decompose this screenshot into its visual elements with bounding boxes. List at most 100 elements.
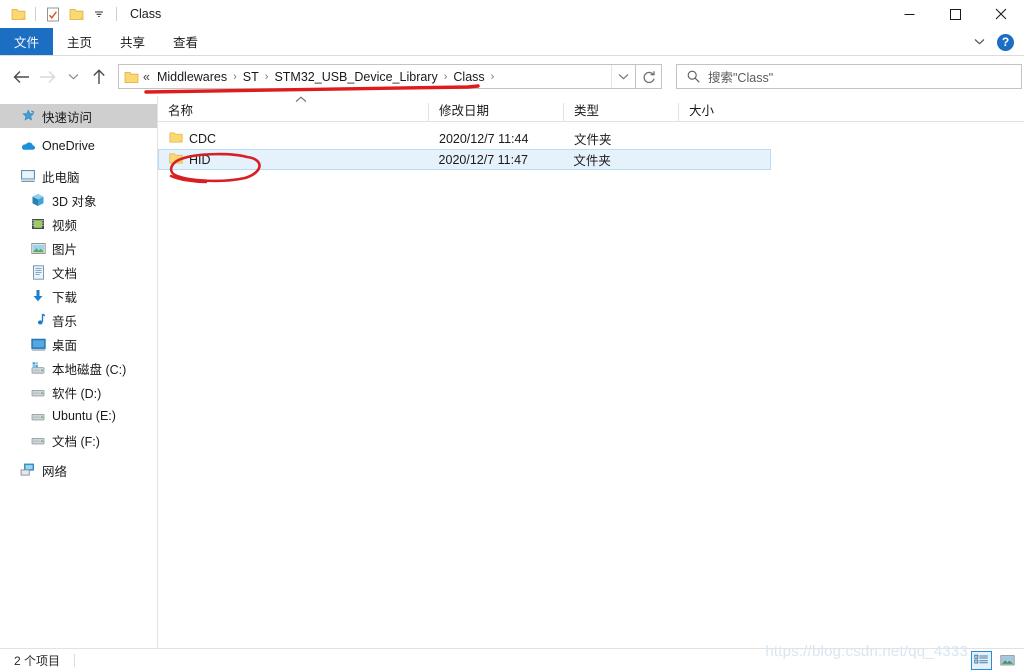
- breadcrumb-separator-1[interactable]: ›: [233, 71, 237, 83]
- item-count-label: 2 个项目: [14, 653, 61, 668]
- view-mode-buttons: [971, 651, 1018, 670]
- navigation-bar: « Middlewares › ST › STM32_USB_Device_Li…: [0, 57, 1024, 96]
- breadcrumb-item-class[interactable]: Class: [451, 69, 486, 85]
- sidebar-item-drive-f[interactable]: 文档 (F:): [0, 428, 157, 452]
- column-header-size[interactable]: 大小: [678, 103, 770, 121]
- breadcrumb-item-stm32-usb-device-library[interactable]: STM32_USB_Device_Library: [272, 69, 439, 85]
- file-explorer-window: Class 文件 主页 共享 查看 ? « Middlewares › ST ›…: [0, 0, 1024, 671]
- sidebar-item-label: 文档: [52, 266, 78, 281]
- large-icons-view-button[interactable]: [997, 651, 1018, 670]
- sidebar-item-3d-objects[interactable]: 3D 对象: [0, 188, 157, 212]
- new-folder-icon[interactable]: [66, 4, 86, 24]
- properties-icon[interactable]: [43, 4, 63, 24]
- tab-home[interactable]: 主页: [53, 28, 106, 55]
- downloads-icon: [30, 288, 46, 304]
- minimize-button[interactable]: [886, 0, 932, 28]
- column-header-modified[interactable]: 修改日期: [428, 103, 563, 121]
- sidebar-item-label: OneDrive: [42, 139, 95, 153]
- sidebar-item-local-disk-c[interactable]: 本地磁盘 (C:): [0, 356, 157, 380]
- navigation-pane[interactable]: 快速访问 OneDrive 此电脑 3D 对象 视频 图片 文档 下载 音乐 桌…: [0, 96, 158, 648]
- back-arrow-icon[interactable]: [8, 64, 34, 90]
- this-pc-icon: [20, 168, 36, 184]
- ribbon-right-controls: ?: [969, 28, 1020, 56]
- search-icon: [687, 70, 700, 83]
- sidebar-item-quick-access[interactable]: 快速访问: [0, 104, 157, 128]
- sidebar-item-pictures[interactable]: 图片: [0, 236, 157, 260]
- address-bar[interactable]: « Middlewares › ST › STM32_USB_Device_Li…: [118, 64, 636, 89]
- up-arrow-icon[interactable]: [86, 64, 112, 90]
- file-name: HID: [189, 152, 211, 167]
- ribbon-tab-bar: 文件 主页 共享 查看 ?: [0, 28, 1024, 56]
- sidebar-item-drive-d[interactable]: 软件 (D:): [0, 380, 157, 404]
- sidebar-item-label: 软件 (D:): [52, 386, 102, 401]
- search-input[interactable]: 搜索"Class": [676, 64, 1022, 89]
- pinned-star-icon: [20, 108, 36, 124]
- chevron-down-icon[interactable]: [969, 32, 989, 52]
- file-modified: 2020/12/7 11:44: [439, 131, 529, 146]
- sidebar-item-documents[interactable]: 文档: [0, 260, 157, 284]
- sidebar-item-label: 快速访问: [42, 110, 93, 125]
- pictures-icon: [30, 240, 46, 256]
- breadcrumb-item-middlewares[interactable]: Middlewares: [155, 69, 229, 85]
- music-icon: [30, 312, 46, 328]
- sidebar-item-label: 视频: [52, 218, 78, 233]
- details-view-button[interactable]: [971, 651, 992, 670]
- file-modified: 2020/12/7 11:47: [438, 152, 528, 167]
- folder-icon: [169, 152, 183, 168]
- drive-icon: [30, 408, 46, 424]
- sidebar-item-label: 网络: [42, 464, 68, 479]
- breadcrumb-separator-2[interactable]: ›: [265, 71, 269, 83]
- sidebar-item-network[interactable]: 网络: [0, 458, 157, 482]
- table-row[interactable]: HID 2020/12/7 11:47 文件夹: [158, 149, 771, 170]
- quick-access-toolbar: Class: [0, 4, 161, 24]
- file-list-pane[interactable]: 名称 修改日期 类型 大小 CDC 2020/12/7 11:44 文件夹 HI…: [158, 96, 1024, 648]
- tab-file[interactable]: 文件: [0, 28, 54, 55]
- address-dropdown-icon[interactable]: [611, 65, 635, 88]
- sidebar-item-label: 此电脑: [42, 170, 80, 185]
- desktop-icon: [30, 336, 46, 352]
- refresh-button[interactable]: [636, 64, 662, 89]
- status-bar: 2 个项目: [0, 648, 1024, 671]
- table-row[interactable]: CDC 2020/12/7 11:44 文件夹: [158, 128, 1024, 149]
- breadcrumb-separator-4[interactable]: ›: [491, 71, 495, 83]
- recent-locations-chevron-icon[interactable]: [60, 64, 86, 90]
- sidebar-item-label: 下载: [52, 290, 78, 305]
- customize-qat-dropdown-icon[interactable]: [89, 4, 109, 24]
- sidebar-item-label: 本地磁盘 (C:): [52, 362, 127, 377]
- breadcrumb-overflow[interactable]: «: [143, 70, 150, 84]
- sidebar-item-label: Ubuntu (E:): [52, 409, 116, 423]
- file-name: CDC: [189, 131, 217, 146]
- column-header-name[interactable]: 名称: [158, 103, 428, 121]
- network-icon: [20, 462, 36, 478]
- file-rows: CDC 2020/12/7 11:44 文件夹 HID 2020/12/7 11…: [158, 122, 1024, 170]
- sidebar-item-drive-e[interactable]: Ubuntu (E:): [0, 404, 157, 428]
- sidebar-item-downloads[interactable]: 下载: [0, 284, 157, 308]
- breadcrumb-item-st[interactable]: ST: [241, 69, 261, 85]
- tab-view[interactable]: 查看: [159, 28, 212, 55]
- sidebar-item-music[interactable]: 音乐: [0, 308, 157, 332]
- sidebar-item-desktop[interactable]: 桌面: [0, 332, 157, 356]
- close-button[interactable]: [978, 0, 1024, 28]
- breadcrumb-separator-3[interactable]: ›: [444, 71, 448, 83]
- folder-icon: [169, 131, 183, 147]
- qat-divider-2: [116, 7, 117, 21]
- sidebar-item-this-pc[interactable]: 此电脑: [0, 164, 157, 188]
- explorer-body: 快速访问 OneDrive 此电脑 3D 对象 视频 图片 文档 下载 音乐 桌…: [0, 96, 1024, 648]
- sidebar-item-label: 桌面: [52, 338, 78, 353]
- folder-icon[interactable]: [8, 4, 28, 24]
- sidebar-item-label: 3D 对象: [52, 194, 97, 209]
- drive-icon: [30, 384, 46, 400]
- status-divider: [74, 653, 76, 667]
- help-button[interactable]: ?: [997, 33, 1014, 51]
- sidebar-item-onedrive[interactable]: OneDrive: [0, 134, 157, 158]
- tab-share[interactable]: 共享: [106, 28, 159, 55]
- maximize-button[interactable]: [932, 0, 978, 28]
- column-headers: 名称 修改日期 类型 大小: [158, 96, 1024, 122]
- search-placeholder: 搜索"Class": [708, 71, 774, 85]
- column-header-type[interactable]: 类型: [563, 103, 678, 121]
- forward-arrow-icon[interactable]: [34, 64, 60, 90]
- window-controls: [886, 0, 1024, 28]
- sidebar-item-videos[interactable]: 视频: [0, 212, 157, 236]
- sidebar-item-label: 文档 (F:): [52, 434, 100, 449]
- videos-icon: [30, 216, 46, 232]
